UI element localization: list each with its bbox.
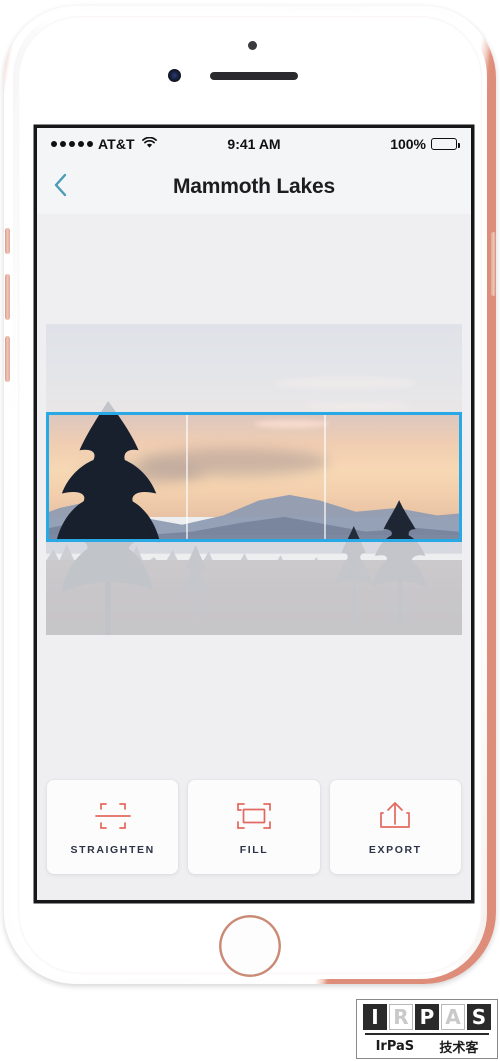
photo-editor-canvas: STRAIGHTEN FILL EXPORT — [37, 214, 471, 900]
watermark-letter: I — [363, 1004, 387, 1030]
battery-percent-label: 100% — [390, 136, 427, 152]
export-button[interactable]: EXPORT — [329, 780, 461, 874]
iphone-device: AT&T 9:41 AM 100% Mammoth Lakes STRAIGHT… — [4, 6, 496, 984]
silent-switch[interactable] — [5, 228, 10, 254]
export-icon — [378, 799, 412, 833]
fill-button[interactable]: FILL — [188, 780, 320, 874]
photo-stage[interactable] — [46, 324, 462, 635]
watermark-logo: I R P A S — [363, 1004, 491, 1030]
navigation-bar: Mammoth Lakes — [37, 160, 471, 214]
earpiece-speaker — [210, 72, 298, 80]
proximity-sensor-icon — [248, 41, 257, 50]
chevron-left-icon — [53, 172, 69, 203]
crop-selection-frame[interactable] — [46, 412, 462, 542]
status-bar-left: AT&T — [51, 136, 227, 153]
status-bar-right: 100% — [281, 136, 460, 152]
power-button[interactable] — [491, 232, 496, 296]
status-bar: AT&T 9:41 AM 100% — [37, 128, 471, 160]
watermark-text: IrPaS 技术客 — [363, 1037, 491, 1056]
watermark-subtitle: 技术客 — [439, 1040, 479, 1056]
volume-down-button[interactable] — [5, 336, 10, 382]
battery-icon — [431, 138, 460, 150]
watermark-letter: A — [441, 1004, 465, 1030]
page-title: Mammoth Lakes — [173, 175, 335, 198]
watermark-brand: IrPaS — [375, 1038, 415, 1054]
volume-up-button[interactable] — [5, 274, 10, 320]
back-button[interactable] — [53, 160, 93, 214]
status-bar-clock: 9:41 AM — [227, 136, 281, 152]
home-button[interactable] — [219, 915, 281, 977]
watermark-letter: S — [467, 1004, 491, 1030]
watermark: I R P A S IrPaS 技术客 — [356, 999, 498, 1059]
wifi-icon — [141, 136, 157, 152]
carrier-label: AT&T — [98, 136, 135, 152]
watermark-divider — [365, 1033, 489, 1035]
editor-toolbar: STRAIGHTEN FILL EXPORT — [37, 770, 471, 900]
front-camera-icon — [168, 69, 181, 82]
straighten-button[interactable]: STRAIGHTEN — [47, 780, 179, 874]
watermark-letter: P — [415, 1004, 439, 1030]
home-button-inner — [222, 918, 278, 974]
signal-strength-icon — [51, 141, 93, 147]
straighten-label: STRAIGHTEN — [70, 843, 155, 856]
straighten-icon — [94, 799, 132, 833]
crop-panel-divider — [186, 415, 188, 539]
fill-label: FILL — [239, 843, 269, 856]
crop-panel-divider — [324, 415, 326, 539]
fill-icon — [236, 799, 272, 833]
crop-selection-content — [49, 415, 459, 539]
export-label: EXPORT — [368, 843, 422, 856]
watermark-letter: R — [389, 1004, 413, 1030]
phone-screen: AT&T 9:41 AM 100% Mammoth Lakes STRAIGHT… — [37, 128, 471, 900]
